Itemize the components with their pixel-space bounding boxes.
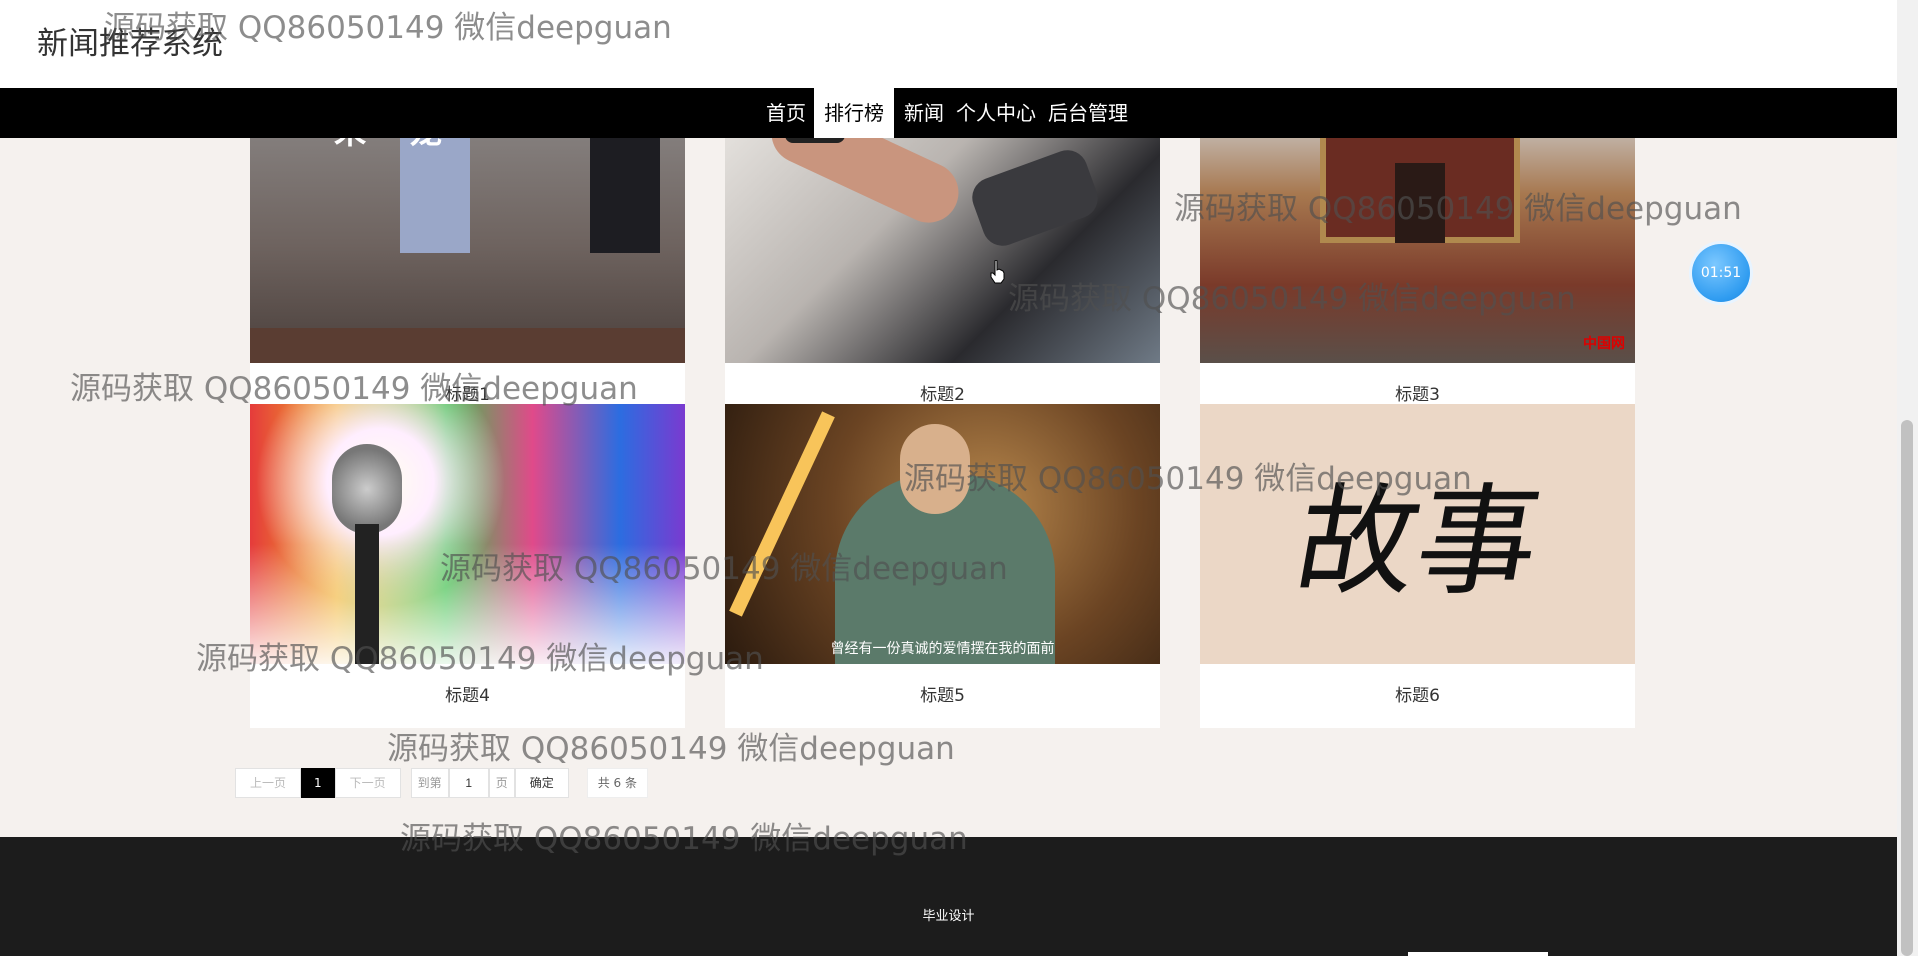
goto-label: 到第 (410, 768, 449, 798)
prev-page-button[interactable]: 上一页 (235, 768, 302, 798)
image-subtitle: 曾经有一份真诚的爱情摆在我的面前 (830, 641, 1055, 657)
scroll-thumb[interactable] (1901, 420, 1913, 956)
goto-confirm-button[interactable]: 确定 (514, 768, 569, 798)
image-watermark-logo: 中国网 (1583, 336, 1625, 352)
news-thumbnail[interactable]: 朱一龙 (250, 103, 685, 363)
calligraphy-text: 故事 (1285, 473, 1551, 612)
news-thumbnail[interactable]: 曾经有一份真诚的爱情摆在我的面前 (725, 404, 1160, 664)
page: 新闻推荐系统 首页 排行榜 新闻 个人中心 后台管理 朱一龙 标题1 标题2 (0, 0, 1918, 956)
page-scrollbar[interactable] (1897, 0, 1918, 956)
news-thumbnail[interactable] (725, 103, 1160, 363)
page-unit-label: 页 (488, 768, 515, 798)
news-card-title[interactable]: 标题6 (1200, 664, 1635, 728)
nav-item-news[interactable]: 新闻 (898, 88, 950, 138)
timer-badge[interactable]: 01:51 (1692, 244, 1750, 302)
page-number-current[interactable]: 1 (301, 768, 335, 798)
news-card[interactable]: 故事 标题6 (1200, 404, 1635, 728)
main-nav: 首页 排行榜 新闻 个人中心 后台管理 (0, 88, 1897, 138)
site-header: 新闻推荐系统 (0, 0, 1897, 88)
total-count: 共 6 条 (586, 768, 648, 798)
site-title: 新闻推荐系统 (37, 26, 223, 62)
news-thumbnail[interactable]: 中国网 (1200, 103, 1635, 363)
hand-cursor-icon (990, 260, 1005, 284)
nav-item-personal-center[interactable]: 个人中心 (950, 88, 1042, 138)
ranking-content: 朱一龙 标题1 标题2 中国网 标题3 标题4 (0, 103, 1897, 838)
nav-item-home[interactable]: 首页 (760, 88, 812, 138)
news-card[interactable]: 标题4 (250, 404, 685, 728)
pagination: 上一页 1 下一页 到第 页 确定 共 6 条 (235, 768, 648, 798)
footer-text: 毕业设计 (922, 909, 975, 924)
news-card[interactable]: 中国网 标题3 (1200, 103, 1635, 427)
news-card-title[interactable]: 标题4 (250, 664, 685, 728)
news-thumbnail[interactable]: 故事 (1200, 404, 1635, 664)
nav-item-ranking[interactable]: 排行榜 (814, 88, 894, 138)
goto-page-input[interactable] (448, 768, 489, 798)
news-card[interactable]: 曾经有一份真诚的爱情摆在我的面前 标题5 (725, 404, 1160, 728)
news-card[interactable]: 标题2 (725, 103, 1160, 427)
news-thumbnail[interactable] (250, 404, 685, 664)
next-page-button[interactable]: 下一页 (334, 768, 401, 798)
site-footer: 毕业设计 (0, 837, 1897, 956)
news-card[interactable]: 朱一龙 标题1 (250, 103, 685, 427)
nav-item-admin[interactable]: 后台管理 (1042, 88, 1134, 138)
footer-bar (1408, 952, 1548, 956)
news-card-title[interactable]: 标题5 (725, 664, 1160, 728)
